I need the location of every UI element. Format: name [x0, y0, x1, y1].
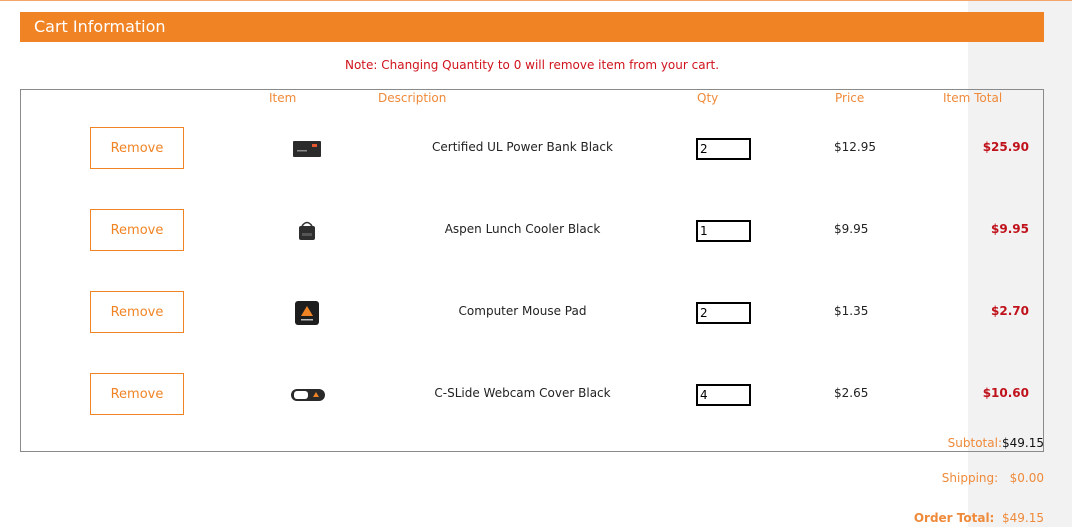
item-price: $9.95 — [834, 222, 869, 236]
remove-button[interactable]: Remove — [90, 373, 184, 415]
item-total: $10.60 — [982, 386, 1029, 400]
order-total-label: Order Total: — [913, 511, 995, 525]
item-total: $9.95 — [991, 222, 1029, 236]
item-description: Computer Mouse Pad — [458, 304, 587, 318]
shipping-value: $0.00 — [1009, 471, 1044, 485]
shipping-label: Shipping: — [941, 471, 999, 485]
lunch-cooler-icon — [292, 218, 322, 244]
item-price: $12.95 — [834, 140, 876, 154]
subtotal-label: Subtotal: — [947, 436, 1002, 450]
shipping: Shipping: $0.00 — [942, 471, 1044, 485]
column-header-description: Description — [378, 91, 447, 105]
quantity-input[interactable] — [696, 138, 751, 160]
cart-header: Cart Information — [20, 12, 1044, 42]
order-total: Order Total: $49.15 — [914, 511, 1044, 525]
column-header-price: Price — [835, 91, 865, 105]
subtotal: Subtotal:$49.15 — [948, 436, 1044, 450]
column-header-qty: Qty — [697, 91, 719, 105]
column-header-item: Item — [269, 91, 297, 105]
cart-row: Remove Computer Mouse Pad $1.35 $2.70 — [20, 282, 1044, 342]
item-price: $1.35 — [834, 304, 869, 318]
order-total-value: $49.15 — [1002, 511, 1044, 525]
mouse-pad-icon — [292, 300, 322, 326]
quantity-input[interactable] — [696, 220, 751, 242]
column-header-item-total: Item Total — [943, 91, 1003, 105]
cart-row: Remove Aspen Lunch Cooler Black $9.95 $9… — [20, 200, 1044, 260]
item-description: C-SLide Webcam Cover Black — [434, 386, 611, 400]
cart-row: Remove C-SLide Webcam Cover Black $2.65 … — [20, 364, 1044, 424]
quantity-note: Note: Changing Quantity to 0 will remove… — [344, 58, 720, 72]
item-total: $2.70 — [991, 304, 1029, 318]
top-rule — [0, 0, 1072, 1]
quantity-input[interactable] — [696, 384, 751, 406]
remove-button[interactable]: Remove — [90, 209, 184, 251]
webcam-cover-icon — [290, 382, 326, 408]
item-total: $25.90 — [982, 140, 1029, 154]
power-bank-icon — [292, 136, 322, 162]
item-price: $2.65 — [834, 386, 869, 400]
remove-button[interactable]: Remove — [90, 127, 184, 169]
item-description: Aspen Lunch Cooler Black — [444, 222, 601, 236]
subtotal-value: $49.15 — [1002, 436, 1044, 450]
cart-row: Remove Certified UL Power Bank Black $12… — [20, 118, 1044, 178]
remove-button[interactable]: Remove — [90, 291, 184, 333]
quantity-input[interactable] — [696, 302, 751, 324]
item-description: Certified UL Power Bank Black — [432, 140, 613, 154]
